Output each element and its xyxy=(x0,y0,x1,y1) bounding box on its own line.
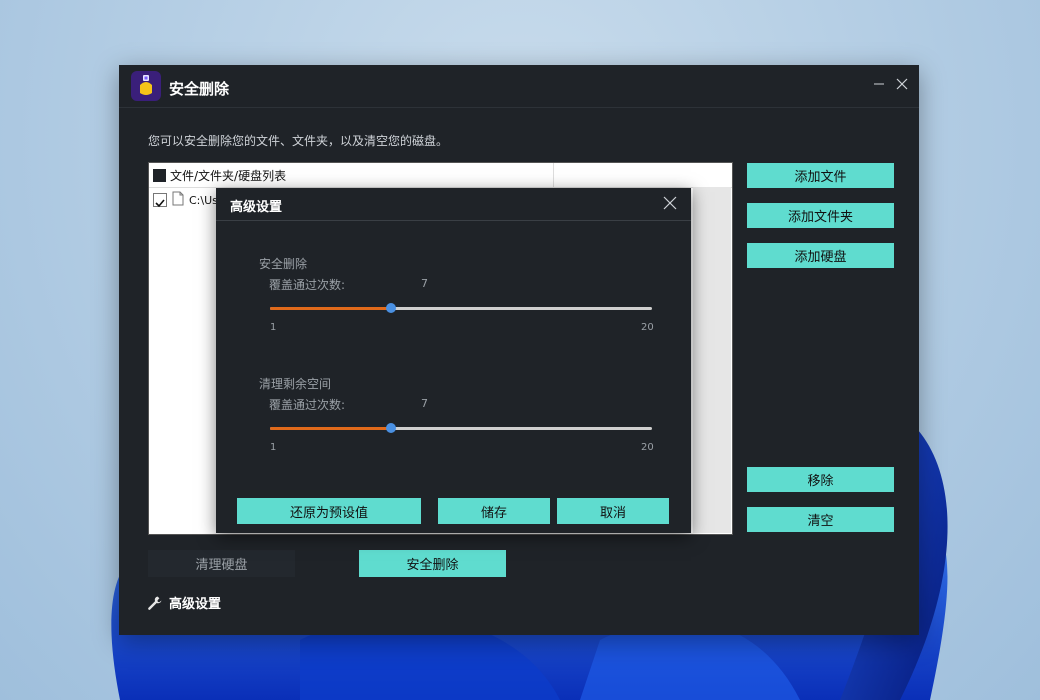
wipe-free-space-passes-slider[interactable] xyxy=(270,422,652,434)
close-icon xyxy=(663,196,677,210)
close-button[interactable] xyxy=(893,75,911,93)
secure-delete-passes-slider[interactable] xyxy=(270,302,652,314)
wrench-icon xyxy=(148,596,162,610)
slider-fill xyxy=(270,427,391,430)
wipe-free-space-min-label: 1 xyxy=(270,442,277,453)
file-icon xyxy=(172,191,184,206)
add-folder-button[interactable]: 添加文件夹 xyxy=(747,203,894,228)
row-checkbox[interactable] xyxy=(153,193,167,208)
secure-delete-passes-value: 7 xyxy=(421,277,428,290)
column-divider[interactable] xyxy=(553,163,554,187)
restore-defaults-button[interactable]: 还原为预设值 xyxy=(237,498,421,524)
checkmark-icon xyxy=(155,199,165,208)
wipe-disk-button[interactable]: 清理硬盘 xyxy=(148,550,295,577)
secure-delete-button[interactable]: 安全删除 xyxy=(359,550,506,577)
dialog-close-button[interactable] xyxy=(663,195,679,211)
add-disk-button[interactable]: 添加硬盘 xyxy=(747,243,894,268)
secure-delete-min-label: 1 xyxy=(270,322,277,333)
dialog-title: 高级设置 xyxy=(230,200,283,215)
save-button[interactable]: 储存 xyxy=(438,498,550,524)
list-header-label: 文件/文件夹/硬盘列表 xyxy=(170,169,287,183)
add-file-button[interactable]: 添加文件 xyxy=(747,163,894,188)
remove-button[interactable]: 移除 xyxy=(747,467,894,492)
list-scroll-area xyxy=(693,187,731,533)
advanced-settings-dialog: 高级设置 安全删除 覆盖通过次数: 7 1 20 清理剩余空间 覆盖通过次数: … xyxy=(216,188,691,533)
wipe-free-space-passes-value: 7 xyxy=(421,397,428,410)
clear-button[interactable]: 清空 xyxy=(747,507,894,532)
secure-delete-section-label: 安全删除 xyxy=(259,257,308,271)
cancel-button[interactable]: 取消 xyxy=(557,498,669,524)
secure-delete-max-label: 20 xyxy=(641,322,654,333)
secure-delete-window: 安全删除 您可以安全删除您的文件、文件夹，以及清空您的磁盘。 文件/文件夹/硬盘… xyxy=(119,65,919,635)
wipe-free-space-section-label: 清理剩余空间 xyxy=(259,377,332,391)
slider-fill xyxy=(270,307,391,310)
app-logo-icon xyxy=(131,71,161,101)
minimize-icon xyxy=(874,83,884,85)
window-title: 安全删除 xyxy=(169,80,230,98)
secure-delete-passes-label: 覆盖通过次数: xyxy=(269,278,346,292)
advanced-settings-link[interactable]: 高级设置 xyxy=(147,593,221,612)
minimize-button[interactable] xyxy=(870,75,888,93)
dialog-separator xyxy=(216,220,691,221)
title-bar: 安全删除 xyxy=(119,65,919,108)
slider-thumb[interactable] xyxy=(386,303,396,313)
list-header: 文件/文件夹/硬盘列表 xyxy=(149,163,732,188)
wipe-free-space-max-label: 20 xyxy=(641,442,654,453)
advanced-settings-label: 高级设置 xyxy=(169,597,222,612)
slider-thumb[interactable] xyxy=(386,423,396,433)
select-all-checkbox[interactable] xyxy=(153,169,166,182)
description-text: 您可以安全删除您的文件、文件夹，以及清空您的磁盘。 xyxy=(148,134,449,148)
close-icon xyxy=(896,78,908,90)
wipe-free-space-passes-label: 覆盖通过次数: xyxy=(269,398,346,412)
row-path: C:\Us xyxy=(189,194,218,207)
